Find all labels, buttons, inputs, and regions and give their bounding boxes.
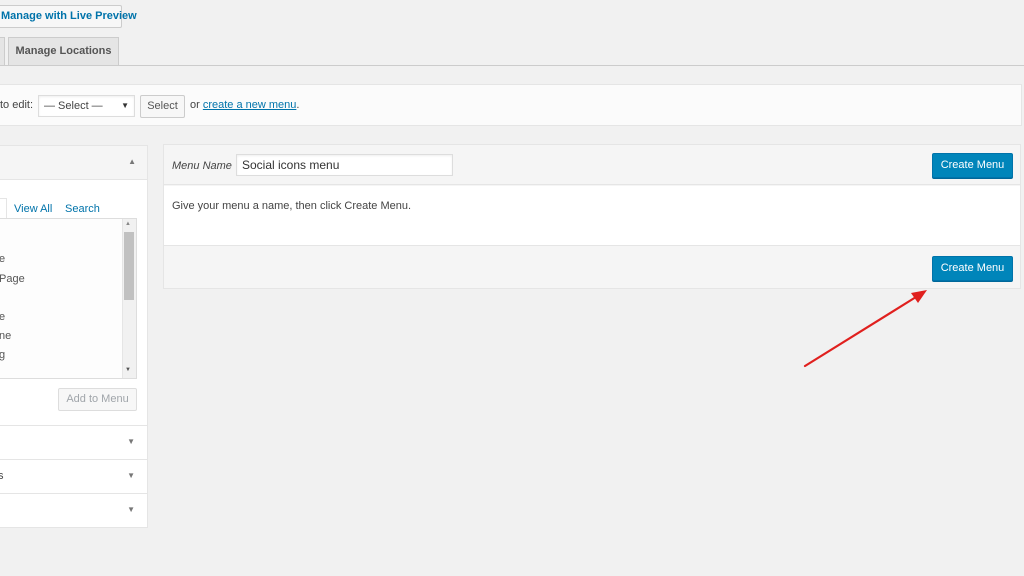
select-button[interactable]: Select (140, 95, 185, 118)
caret-down-icon: ▼ (127, 437, 135, 446)
menu-name-input[interactable]: Social icons menu (236, 154, 453, 176)
section-label: s (0, 470, 4, 482)
tab-divider (0, 65, 1024, 66)
pages-section-header[interactable]: ▲ (0, 146, 147, 180)
categories-section-header[interactable]: ▼ (0, 493, 148, 527)
create-new-menu-text: or create a new menu. (190, 99, 299, 111)
list-item[interactable]: e (0, 311, 5, 323)
annotation-arrow-head (911, 290, 927, 303)
create-menu-button-top[interactable]: Create Menu (932, 153, 1013, 178)
list-scrollbar-thumb[interactable] (124, 232, 134, 300)
posts-section-header[interactable]: ▼ (0, 425, 148, 459)
scroll-up-icon[interactable]: ▲ (125, 221, 131, 227)
tab-view-all[interactable]: View All (14, 203, 52, 215)
or-text: or (190, 99, 200, 111)
menu-editor-body (164, 186, 1020, 246)
menu-select-value: — Select — (44, 100, 103, 112)
annotation-arrow-line (803, 295, 918, 368)
caret-down-icon: ▼ (127, 505, 135, 514)
menu-name-label: Menu Name (172, 160, 232, 172)
list-item[interactable]: g (0, 349, 5, 361)
list-item[interactable]: e (0, 253, 5, 265)
scroll-down-icon[interactable]: ▼ (125, 367, 131, 373)
list-item[interactable]: Page (0, 273, 25, 285)
create-new-menu-link[interactable]: create a new menu (203, 99, 297, 111)
select-menu-label: to edit: (0, 99, 34, 111)
tab-edit-menus[interactable] (0, 37, 5, 66)
caret-down-icon: ▼ (121, 101, 129, 110)
add-to-menu-button[interactable]: Add to Menu (58, 388, 137, 411)
menu-instructions: Give your menu a name, then click Create… (172, 200, 412, 212)
tab-search[interactable]: Search (65, 203, 100, 215)
period-text: . (296, 99, 300, 111)
custom-links-section-header[interactable]: s ▼ (0, 459, 148, 493)
pages-checklist: e Page e ne g (0, 218, 137, 379)
caret-up-icon: ▲ (128, 157, 136, 166)
tab-manage-locations[interactable]: Manage Locations (8, 37, 119, 66)
tab-most-recent[interactable] (0, 198, 7, 218)
menu-select-dropdown[interactable]: — Select — ▼ (38, 95, 135, 117)
list-item[interactable]: ne (0, 330, 11, 342)
create-menu-button-bottom[interactable]: Create Menu (932, 256, 1013, 281)
caret-down-icon: ▼ (127, 471, 135, 480)
manage-with-live-preview-button[interactable]: Manage with Live Preview (0, 5, 137, 28)
